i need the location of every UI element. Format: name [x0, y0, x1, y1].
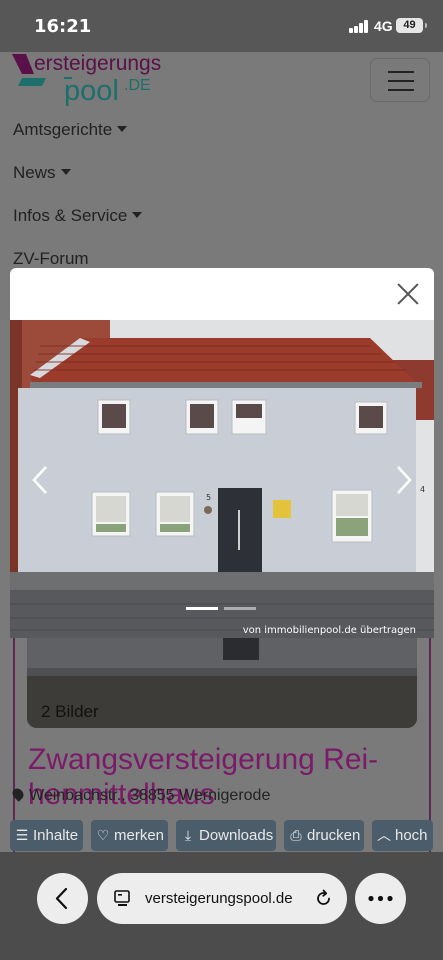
carousel-prev-button[interactable]: [30, 465, 50, 495]
reload-icon[interactable]: [313, 888, 334, 909]
nav-item-zv-forum[interactable]: ZV-Forum: [13, 249, 89, 269]
close-icon[interactable]: [396, 282, 420, 306]
battery-icon: 49: [396, 18, 427, 33]
hoch-button[interactable]: ︿ hoch: [372, 820, 433, 851]
caret-down-icon: [117, 125, 128, 132]
chevron-up-icon: ︿: [377, 827, 391, 843]
house-number-text: 5: [206, 493, 211, 502]
address-bar[interactable]: versteigerungspool.de: [97, 873, 347, 924]
merken-button[interactable]: ♡ merken: [91, 820, 168, 851]
listing-photo[interactable]: 2 Bilder: [27, 632, 417, 728]
signal-icon: [349, 20, 369, 33]
nav-item-news[interactable]: News: [13, 163, 71, 183]
nav-item-amtsgerichte[interactable]: Amtsgerichte: [13, 120, 128, 140]
downloads-button[interactable]: ⤓ Downloads: [176, 820, 276, 851]
tab-overview-icon: [114, 890, 130, 906]
chevron-left-icon: [55, 887, 68, 910]
printer-icon: ⎙: [290, 827, 302, 843]
network-type: 4G: [374, 18, 393, 34]
browser-toolbar: versteigerungspool.de: [0, 852, 443, 960]
carousel-indicator-active[interactable]: [186, 607, 218, 610]
carousel-indicators: [186, 607, 266, 611]
drucken-button[interactable]: ⎙ drucken: [284, 820, 364, 851]
inhalte-button[interactable]: ☰ Inhalte: [10, 820, 83, 851]
heart-icon: ♡: [96, 827, 110, 843]
status-time: 16:21: [34, 16, 92, 37]
caret-down-icon: [132, 211, 143, 218]
logo-text-top: ersteigerungs: [34, 52, 161, 75]
ellipsis-icon: [368, 895, 393, 902]
status-bar: 16:21 4G 49: [0, 0, 443, 52]
download-icon: ⤓: [184, 827, 192, 843]
logo-text-bottom: pool: [64, 75, 119, 107]
more-options-button[interactable]: [355, 873, 406, 924]
svg-text:4: 4: [420, 485, 425, 494]
image-carousel[interactable]: 5 4 von immobilienpool.de übertragen: [10, 320, 434, 638]
menu-toggle-button[interactable]: [370, 58, 430, 102]
image-caption: von immobilienpool.de übertragen: [242, 625, 416, 636]
listing-address: Weinbachstr., 38855 Wernigerode: [10, 786, 270, 805]
carousel-next-button[interactable]: [394, 465, 414, 495]
nav-item-infos-service[interactable]: Infos & Service: [13, 206, 143, 226]
url-text: versteigerungspool.de: [145, 890, 293, 907]
map-pin-icon: [10, 786, 26, 802]
image-count-label: 2 Bilder: [41, 702, 99, 721]
list-icon: ☰: [15, 827, 29, 843]
caret-down-icon: [60, 168, 71, 175]
house-photo: 5 4: [10, 320, 434, 638]
svg-text:.DE: .DE: [124, 77, 151, 94]
site-logo[interactable]: ersteigerungs pool .DE: [12, 52, 212, 110]
back-button[interactable]: [37, 873, 88, 924]
carousel-indicator[interactable]: [224, 607, 256, 610]
image-lightbox: 5 4 von immobilienpool.de übertragen: [10, 268, 434, 638]
